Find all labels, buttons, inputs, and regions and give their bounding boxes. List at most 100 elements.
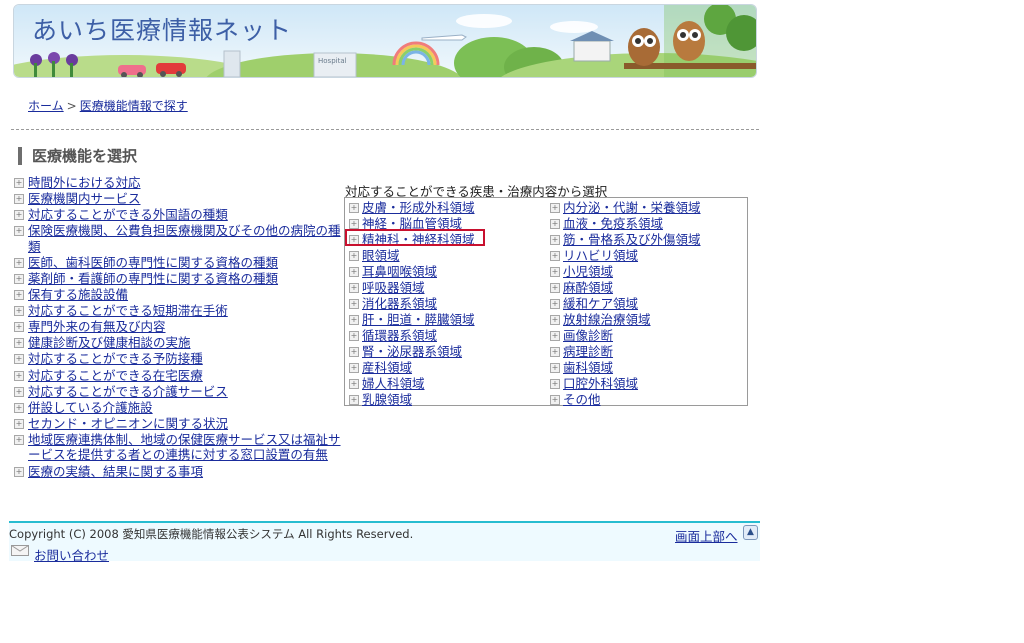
area-item-link[interactable]: 産科領域 <box>362 360 412 375</box>
function-item-link[interactable]: 医療の実績、結果に関する事項 <box>28 464 203 479</box>
breadcrumb-current-link[interactable]: 医療機能情報で探す <box>80 99 188 113</box>
contact-link[interactable]: お問い合わせ <box>34 545 109 564</box>
area-item-link[interactable]: 耳鼻咽喉領域 <box>362 264 437 279</box>
page-top-link[interactable]: 画面上部へ <box>675 526 738 545</box>
plus-icon: + <box>550 363 560 373</box>
area-item: + 精神科・神経科領域 <box>349 232 475 248</box>
plus-icon: + <box>14 290 24 301</box>
function-item: + 対応することができる在宅医療 <box>14 368 346 384</box>
area-item-link[interactable]: 乳腺領域 <box>362 392 412 407</box>
area-item-link[interactable]: 緩和ケア領域 <box>563 296 638 311</box>
area-item: + 神経・脳血管領域 <box>349 216 475 232</box>
hospital-sign: Hospital <box>318 57 347 65</box>
breadcrumb: ホーム > 医療機能情報で探す <box>28 97 188 114</box>
function-item: + 保険医療機関、公費負担医療機関及びその他の病院の種類 <box>14 223 346 254</box>
breadcrumb-home-link[interactable]: ホーム <box>28 99 64 113</box>
plus-icon: + <box>14 306 24 317</box>
function-item: + 医療機関内サービス <box>14 191 346 207</box>
area-item-link[interactable]: 眼領域 <box>362 248 400 263</box>
function-item-link[interactable]: 医師、歯科医師の専門性に関する資格の種類 <box>28 255 278 270</box>
function-item-link[interactable]: セカンド・オピニオンに関する状況 <box>28 416 228 431</box>
function-item-link[interactable]: 対応することができる在宅医療 <box>28 368 203 383</box>
area-item: + 腎・泌尿器系領域 <box>349 344 475 360</box>
plus-icon: + <box>550 379 560 389</box>
area-item: + 内分泌・代謝・栄養領域 <box>550 200 701 216</box>
area-item-link[interactable]: 循環器系領域 <box>362 328 437 343</box>
plus-icon: + <box>14 418 24 429</box>
area-item-link[interactable]: 内分泌・代謝・栄養領域 <box>563 200 701 215</box>
plus-icon: + <box>14 226 24 237</box>
area-item-link[interactable]: 病理診断 <box>563 344 613 359</box>
site-title[interactable]: あいち医療情報ネット <box>32 11 292 47</box>
function-item-link[interactable]: 医療機関内サービス <box>28 191 141 206</box>
area-item: + 画像診断 <box>550 328 701 344</box>
area-item-link[interactable]: 精神科・神経科領域 <box>362 232 475 247</box>
area-item-link[interactable]: 放射線治療領域 <box>563 312 651 327</box>
function-item: + 医師、歯科医師の専門性に関する資格の種類 <box>14 255 346 271</box>
area-item-link[interactable]: 肝・胆道・膵臓領域 <box>362 312 475 327</box>
area-item-link[interactable]: 小児領域 <box>563 264 613 279</box>
function-item-link[interactable]: 保険医療機関、公費負担医療機関及びその他の病院の種類 <box>28 223 341 254</box>
area-item-link[interactable]: 呼吸器領域 <box>362 280 425 295</box>
area-item-link[interactable]: 婦人科領域 <box>362 376 425 391</box>
function-item: + 地域医療連携体制、地域の保健医療サービス又は福祉サービスを提供する者との連携に… <box>14 432 346 463</box>
plus-icon: + <box>349 235 359 245</box>
area-item-link[interactable]: 神経・脳血管領域 <box>362 216 462 231</box>
area-item: + 病理診断 <box>550 344 701 360</box>
area-item: + 耳鼻咽喉領域 <box>349 264 475 280</box>
section-heading: 医療機能を選択 <box>18 147 137 165</box>
function-item-link[interactable]: 専門外来の有無及び内容 <box>28 319 166 334</box>
arrow-up-icon[interactable]: ▲ <box>743 525 758 540</box>
function-item-link[interactable]: 対応することができる介護サービス <box>28 384 228 399</box>
area-item-link[interactable]: 口腔外科領域 <box>563 376 638 391</box>
area-item: + 筋・骨格系及び外傷領域 <box>550 232 701 248</box>
site-banner[interactable]: Hospital あいち医療情報ネット <box>13 4 757 78</box>
plus-icon: + <box>550 203 560 213</box>
area-item: + 循環器系領域 <box>349 328 475 344</box>
areas-box: + 皮膚・形成外科領域 + 神経・脳血管領域 + 精神科・神経科領域 + 眼領域 + 耳鼻咽喉領域… <box>344 197 748 408</box>
plus-icon: + <box>349 379 359 389</box>
area-item-link[interactable]: 皮膚・形成外科領域 <box>362 200 475 215</box>
plus-icon: + <box>349 363 359 373</box>
area-item-link[interactable]: 歯科領域 <box>563 360 613 375</box>
copyright-text: Copyright (C) 2008 愛知県医療機能情報公表システム All R… <box>9 527 414 541</box>
area-item-link[interactable]: その他 <box>563 392 601 407</box>
area-item-link[interactable]: 画像診断 <box>563 328 613 343</box>
plus-icon: + <box>14 210 24 221</box>
section-divider <box>11 129 759 130</box>
plus-icon: + <box>14 273 24 284</box>
area-item: + 血液・免疫系領域 <box>550 216 701 232</box>
plus-icon: + <box>14 434 24 445</box>
areas-left-column: + 皮膚・形成外科領域 + 神経・脳血管領域 + 精神科・神経科領域 + 眼領域 + 耳鼻咽喉領域… <box>349 200 475 408</box>
area-item-link[interactable]: 消化器系領域 <box>362 296 437 311</box>
area-item-link[interactable]: リハビリ領域 <box>563 248 638 263</box>
function-item-link[interactable]: 対応することができる短期滞在手術 <box>28 303 228 318</box>
area-item-link[interactable]: 血液・免疫系領域 <box>563 216 663 231</box>
function-item-link[interactable]: 保有する施設設備 <box>28 287 128 302</box>
function-item-link[interactable]: 対応することができる予防接種 <box>28 351 203 366</box>
area-item-link[interactable]: 腎・泌尿器系領域 <box>362 344 462 359</box>
function-item-link[interactable]: 時間外における対応 <box>28 175 141 190</box>
function-item: + 対応することができる短期滞在手術 <box>14 303 346 319</box>
function-item-link[interactable]: 併設している介護施設 <box>28 400 153 415</box>
plus-icon: + <box>550 299 560 309</box>
plus-icon: + <box>14 257 24 268</box>
function-item-link[interactable]: 薬剤師・看護師の専門性に関する資格の種類 <box>28 271 278 286</box>
area-item-link[interactable]: 麻酔領域 <box>563 280 613 295</box>
area-item: + リハビリ領域 <box>550 248 701 264</box>
function-item-link[interactable]: 健康診断及び健康相談の実施 <box>28 335 191 350</box>
plus-icon: + <box>550 347 560 357</box>
contact-row: お問い合わせ <box>11 545 109 564</box>
area-item-link[interactable]: 筋・骨格系及び外傷領域 <box>563 232 701 247</box>
function-item-link[interactable]: 対応することができる外国語の種類 <box>28 207 228 222</box>
plus-icon: + <box>349 347 359 357</box>
plus-icon: + <box>550 331 560 341</box>
breadcrumb-separator: > <box>66 99 77 113</box>
function-item-link[interactable]: 地域医療連携体制、地域の保健医療サービス又は福祉サービスを提供する者との連携に対… <box>28 432 341 463</box>
function-item: + 対応することができる予防接種 <box>14 351 346 367</box>
function-item: + セカンド・オピニオンに関する状況 <box>14 416 346 432</box>
plus-icon: + <box>14 370 24 381</box>
plus-icon: + <box>14 466 24 477</box>
area-item: + 肝・胆道・膵臓領域 <box>349 312 475 328</box>
mail-icon <box>11 545 29 556</box>
